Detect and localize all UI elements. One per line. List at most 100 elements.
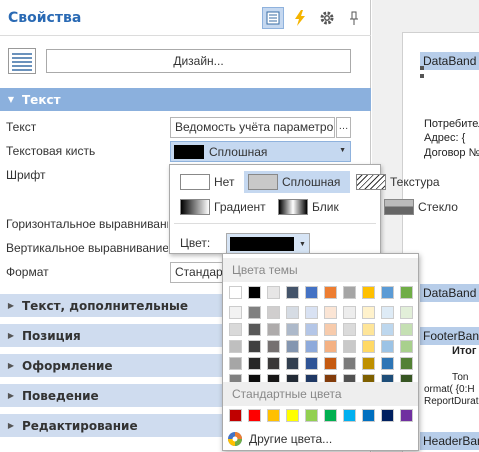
report-text-line[interactable]: Договор № — [424, 147, 479, 159]
theme-shade-swatch[interactable] — [400, 323, 413, 336]
property-row-text: Текст Ведомость учёта параметро … — [0, 116, 371, 139]
property-row-text-brush: Текстовая кисть Сплошная ▼ — [0, 140, 371, 163]
theme-shade-swatch[interactable] — [229, 340, 242, 353]
theme-shade-swatch[interactable] — [324, 357, 337, 370]
more-colors-button[interactable]: Другие цвета... — [227, 430, 332, 448]
footer-band[interactable]: FooterBan — [420, 327, 479, 345]
events-lightning-icon[interactable] — [289, 7, 311, 29]
theme-shade-swatch[interactable] — [381, 306, 394, 319]
theme-shade-swatch[interactable] — [362, 340, 375, 353]
color-picker-button[interactable]: ▼ — [226, 233, 310, 255]
standard-color-swatch[interactable] — [305, 409, 318, 422]
theme-shade-swatch[interactable] — [267, 357, 280, 370]
option-label: Текстура — [390, 175, 440, 189]
theme-shade-swatch[interactable] — [286, 323, 299, 336]
theme-shade-swatch[interactable] — [324, 340, 337, 353]
text-value-field[interactable]: Ведомость учёта параметро — [170, 117, 335, 138]
brush-option-gradient[interactable]: Градиент — [176, 196, 276, 218]
theme-shade-swatch[interactable] — [267, 306, 280, 319]
section-text[interactable]: ▼ Текст — [0, 88, 371, 111]
properties-view-icon[interactable] — [262, 7, 284, 29]
theme-shade-swatch[interactable] — [305, 357, 318, 370]
theme-shade-swatch[interactable] — [381, 323, 394, 336]
theme-shade-swatch[interactable] — [267, 340, 280, 353]
theme-color-swatch[interactable] — [324, 286, 337, 299]
standard-color-swatch[interactable] — [267, 409, 280, 422]
expand-arrow-icon: ▶ — [7, 331, 15, 340]
theme-shade-swatch[interactable] — [248, 323, 261, 336]
theme-color-swatch[interactable] — [248, 286, 261, 299]
standard-color-swatch[interactable] — [324, 409, 337, 422]
theme-shade-swatch[interactable] — [267, 323, 280, 336]
brush-option-none[interactable]: Нет — [176, 171, 242, 193]
theme-shade-swatch[interactable] — [305, 306, 318, 319]
theme-color-swatch[interactable] — [400, 286, 413, 299]
report-fragment[interactable]: Тоn — [452, 372, 468, 383]
standard-color-swatch[interactable] — [229, 409, 242, 422]
standard-color-swatch[interactable] — [400, 409, 413, 422]
theme-shade-swatch[interactable] — [248, 306, 261, 319]
pin-icon[interactable] — [343, 7, 365, 29]
theme-shade-swatch[interactable] — [362, 357, 375, 370]
theme-shade-swatch[interactable] — [343, 323, 356, 336]
theme-shade-swatch[interactable] — [362, 306, 375, 319]
header-band[interactable]: HeaderBan — [420, 432, 479, 450]
theme-shade-swatch[interactable] — [362, 323, 375, 336]
theme-shade-swatch[interactable] — [305, 340, 318, 353]
panel-header: Свойства — [0, 0, 371, 36]
theme-shade-swatch[interactable] — [324, 306, 337, 319]
theme-shade-swatch[interactable] — [343, 306, 356, 319]
theme-shade-swatch[interactable] — [400, 340, 413, 353]
data-band-header[interactable]: DataBand — [420, 52, 479, 70]
text-brush-select[interactable]: Сплошная ▼ — [170, 141, 351, 162]
standard-color-swatch[interactable] — [343, 409, 356, 422]
theme-color-swatch[interactable] — [229, 286, 242, 299]
footer-total-text[interactable]: Итог — [452, 345, 476, 357]
brush-option-glare[interactable]: Блик — [274, 196, 354, 218]
property-list-icon[interactable] — [8, 48, 36, 77]
theme-shade-swatch[interactable] — [229, 306, 242, 319]
theme-shade-swatch[interactable] — [305, 323, 318, 336]
theme-shade-swatch[interactable] — [248, 357, 261, 370]
theme-shade-swatch[interactable] — [229, 323, 242, 336]
theme-color-swatch[interactable] — [286, 286, 299, 299]
solid-swatch-icon — [248, 174, 278, 190]
theme-color-swatch[interactable] — [343, 286, 356, 299]
theme-shade-swatch[interactable] — [286, 340, 299, 353]
report-fragment[interactable]: ReportDurati — [424, 396, 479, 407]
theme-shade-swatch[interactable] — [381, 340, 394, 353]
theme-shade-swatch[interactable] — [286, 357, 299, 370]
theme-shade-swatch[interactable] — [343, 357, 356, 370]
brush-option-solid[interactable]: Сплошная — [244, 171, 350, 193]
standard-color-swatch[interactable] — [381, 409, 394, 422]
theme-color-swatch[interactable] — [381, 286, 394, 299]
theme-shade-swatch[interactable] — [248, 340, 261, 353]
standard-color-swatch[interactable] — [362, 409, 375, 422]
brush-option-texture[interactable]: Текстура — [352, 171, 452, 193]
report-text-line[interactable]: Потребител — [424, 118, 479, 130]
gear-icon[interactable] — [316, 7, 338, 29]
theme-color-swatch[interactable] — [305, 286, 318, 299]
ellipsis-button[interactable]: … — [336, 117, 351, 138]
theme-shade-swatch[interactable] — [400, 357, 413, 370]
brush-option-glass[interactable]: Стекло — [380, 196, 470, 218]
report-fragment[interactable]: ormat( {0:H — [424, 384, 475, 395]
theme-color-swatch[interactable] — [267, 286, 280, 299]
theme-shade-swatch[interactable] — [324, 323, 337, 336]
panel-title: Свойства — [8, 10, 82, 26]
standard-color-swatch[interactable] — [286, 409, 299, 422]
theme-shade-swatch[interactable] — [286, 306, 299, 319]
format-value-field[interactable]: Стандар — [170, 262, 230, 283]
standard-color-swatch[interactable] — [248, 409, 261, 422]
resize-handle[interactable] — [420, 66, 424, 70]
property-label: Горизонтальное выравнивание — [6, 217, 168, 231]
resize-handle[interactable] — [420, 74, 424, 78]
data-band[interactable]: DataBand — [420, 284, 479, 302]
theme-shade-swatch[interactable] — [400, 306, 413, 319]
theme-color-swatch[interactable] — [362, 286, 375, 299]
design-button[interactable]: Дизайн... — [46, 49, 351, 73]
theme-shade-swatch[interactable] — [381, 357, 394, 370]
report-text-line[interactable]: Адрес: { — [424, 132, 465, 144]
theme-shade-swatch[interactable] — [343, 340, 356, 353]
theme-shade-swatch[interactable] — [229, 357, 242, 370]
